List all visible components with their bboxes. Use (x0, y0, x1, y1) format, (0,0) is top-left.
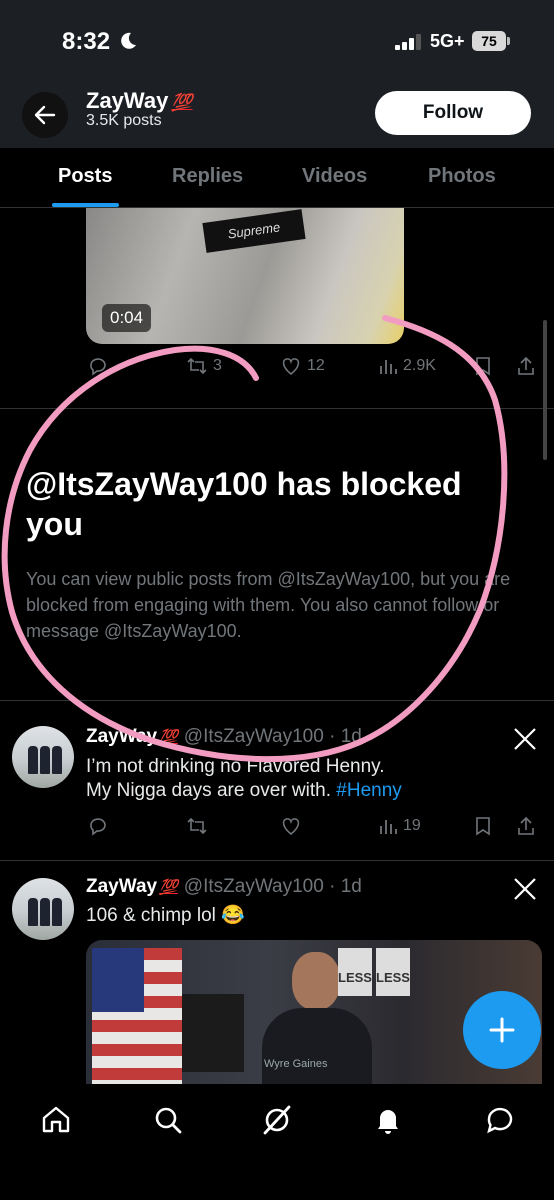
video-duration: 0:04 (102, 304, 152, 332)
post-handle[interactable]: @ItsZayWay100 (184, 726, 324, 747)
views-button[interactable]: 2.9K (378, 356, 436, 376)
bookmark-button[interactable] (474, 816, 492, 836)
post-header: ZayWay 💯 @ItsZayWay100 · 1d (86, 726, 362, 747)
post-time: 1d (340, 876, 362, 897)
like-button[interactable] (280, 816, 302, 836)
post-divider (0, 408, 554, 409)
reply-icon (90, 358, 106, 376)
like-count: 12 (307, 357, 325, 374)
active-tab-indicator (52, 203, 119, 207)
media-sign-text: LESS (376, 948, 410, 996)
profile-name: ZayWay 💯 (86, 88, 193, 114)
status-bar: 8:32 5G+ 75 (0, 0, 554, 84)
profile-header: ZayWay 💯 3.5K posts Follow (0, 84, 554, 148)
notifications-icon (378, 1110, 398, 1134)
hundred-emoji: 💯 (171, 93, 193, 112)
x-logo-icon (514, 728, 536, 750)
messages-icon (487, 1107, 513, 1134)
hashtag-link[interactable]: #Henny (336, 780, 402, 801)
post-text: I’m not drinking no Flavored Henny. My N… (86, 755, 516, 803)
repost-icon (187, 357, 207, 375)
blocked-title: @ItsZayWay100 has blocked you (26, 466, 462, 542)
follow-button[interactable]: Follow (375, 91, 531, 135)
like-button[interactable]: 12 (280, 356, 325, 376)
nav-home[interactable] (36, 1100, 76, 1140)
status-time: 8:32 (62, 28, 111, 55)
media-logo-text: Supreme (202, 209, 306, 253)
post-text-line2: My Nigga days are over with. (86, 780, 331, 801)
blocked-description: You can view public posts from @ItsZayWa… (26, 569, 511, 641)
repost-button[interactable]: 3 (186, 356, 222, 376)
bookmark-button[interactable] (474, 356, 492, 376)
bottom-navigation (0, 1084, 554, 1200)
nav-search[interactable] (148, 1100, 188, 1140)
x-logo-icon (514, 878, 536, 900)
repost-button[interactable] (186, 816, 208, 836)
reply-button[interactable] (88, 816, 108, 836)
post-divider (0, 700, 554, 701)
nav-notifications[interactable] (368, 1100, 408, 1140)
repost-count: 3 (213, 357, 222, 374)
post-time: 1d (340, 726, 362, 747)
profile-tabs: Posts Replies Videos Photos (0, 148, 554, 208)
hundred-emoji: 💯 (159, 879, 178, 896)
share-icon (518, 816, 534, 835)
heart-icon (282, 818, 300, 836)
media-caption: Wyre Gaines (264, 1058, 328, 1070)
network-type: 5G+ (430, 31, 465, 51)
post-actions: 19 (0, 816, 554, 846)
battery-level: 75 (472, 31, 506, 51)
tab-videos[interactable]: Videos (302, 165, 367, 188)
tab-posts[interactable]: Posts (58, 165, 112, 188)
share-button[interactable] (516, 816, 536, 836)
views-count: 2.9K (403, 357, 436, 374)
compose-button[interactable] (463, 991, 541, 1069)
post-text-line: I’m not drinking no Flavored Henny. (86, 756, 385, 777)
bookmark-icon (476, 817, 490, 836)
reply-button[interactable] (88, 356, 108, 376)
share-icon (518, 356, 534, 375)
background-sign (182, 994, 244, 1072)
tab-photos[interactable]: Photos (428, 165, 496, 188)
back-arrow-icon (34, 105, 56, 125)
plus-icon (489, 1017, 515, 1043)
post-author[interactable]: ZayWay (86, 876, 157, 897)
post-divider (0, 860, 554, 861)
flag-image (92, 948, 182, 1084)
bookmark-icon (476, 357, 490, 376)
profile-name-text: ZayWay (86, 88, 169, 113)
avatar[interactable] (12, 726, 74, 788)
nav-grok[interactable] (257, 1100, 297, 1140)
reply-icon (90, 818, 106, 836)
tab-replies[interactable]: Replies (172, 165, 243, 188)
hundred-emoji: 💯 (159, 729, 178, 746)
post-handle[interactable]: @ItsZayWay100 (184, 876, 324, 897)
signal-bars-icon (395, 34, 421, 50)
moon-icon (121, 32, 136, 49)
post-count: 3.5K posts (86, 112, 162, 129)
post-actions: 3 12 2.9K (0, 356, 554, 386)
post-header: ZayWay 💯 @ItsZayWay100 · 1d (86, 876, 362, 897)
media-sign-text: LESS (338, 948, 372, 996)
post-text: 106 & chimp lol 😂 (86, 905, 245, 926)
views-icon (380, 820, 397, 834)
post-author[interactable]: ZayWay (86, 726, 157, 747)
back-button[interactable] (22, 92, 68, 138)
search-icon (155, 1107, 182, 1134)
post-video[interactable]: Supreme 0:04 (86, 208, 404, 344)
nav-messages[interactable] (480, 1100, 520, 1140)
views-icon (380, 360, 397, 374)
post-text-line: My Nigga days are over with. #Henny (86, 779, 516, 803)
heart-icon (282, 358, 300, 376)
repost-icon (187, 817, 207, 835)
share-button[interactable] (516, 356, 536, 376)
scrollbar[interactable] (543, 320, 547, 460)
battery-nub (507, 37, 510, 45)
avatar[interactable] (12, 878, 74, 940)
home-icon (42, 1106, 70, 1133)
views-count: 19 (403, 817, 421, 834)
grok-icon (263, 1105, 291, 1135)
views-button[interactable]: 19 (378, 816, 421, 836)
